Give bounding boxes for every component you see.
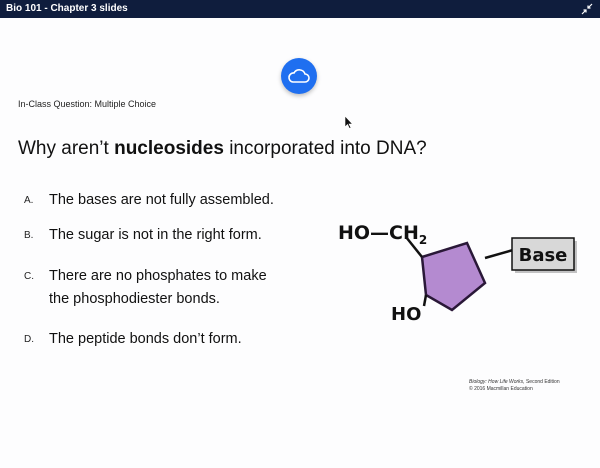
- credit-line: Biology: How Life Works, Second Edition …: [469, 379, 560, 393]
- option-a[interactable]: A. The bases are not fully assembled.: [24, 189, 274, 212]
- option-text-line2: the phosphodiester bonds.: [49, 291, 220, 307]
- slide-content: In-Class Question: Multiple Choice Why a…: [0, 18, 600, 468]
- question-text: Why aren’t nucleosides incorporated into…: [18, 138, 427, 160]
- mouse-pointer-icon: [344, 115, 354, 129]
- option-d[interactable]: D. The peptide bonds don’t form.: [24, 328, 242, 351]
- ho-bond: [422, 294, 428, 307]
- cloud-button[interactable]: [281, 58, 317, 94]
- sugar-ring: [420, 241, 487, 312]
- subscript-2: 2: [419, 233, 427, 247]
- ho-label: HO: [391, 304, 421, 325]
- option-text: The sugar is not in the right form.: [49, 227, 262, 243]
- book-title: Biology: How Life Works,: [469, 379, 525, 385]
- cloud-icon: [288, 69, 310, 83]
- base-bond: [484, 248, 514, 260]
- window-titlebar: Bio 101 - Chapter 3 slides: [0, 0, 600, 18]
- option-letter: C.: [24, 271, 34, 282]
- question-type-label: In-Class Question: Multiple Choice: [18, 99, 157, 109]
- window-title: Bio 101 - Chapter 3 slides: [6, 3, 128, 14]
- option-text: The peptide bonds don’t form.: [49, 331, 242, 347]
- option-b[interactable]: B. The sugar is not in the right form.: [24, 224, 262, 247]
- option-c[interactable]: C. There are no phosphates to make the p…: [24, 265, 314, 311]
- copyright: © 2016 Macmillan Education: [469, 386, 533, 392]
- ho-ch2-label: HO—CH2: [338, 222, 427, 247]
- question-suffix: incorporated into DNA?: [223, 138, 427, 159]
- option-text-line1: There are no phosphates to make: [49, 268, 267, 284]
- edition: Second Edition: [524, 379, 560, 385]
- question-keyword: nucleosides: [114, 138, 224, 159]
- option-text: The bases are not fully assembled.: [49, 192, 274, 208]
- question-prefix: Why aren’t: [18, 138, 115, 159]
- option-letter: A.: [24, 195, 34, 206]
- base-label: Base: [519, 245, 568, 266]
- option-letter: B.: [24, 230, 34, 241]
- nucleoside-diagram: HO—CH2 HO Base: [338, 222, 577, 325]
- option-letter: D.: [24, 334, 34, 345]
- collapse-arrows-icon[interactable]: [581, 3, 593, 15]
